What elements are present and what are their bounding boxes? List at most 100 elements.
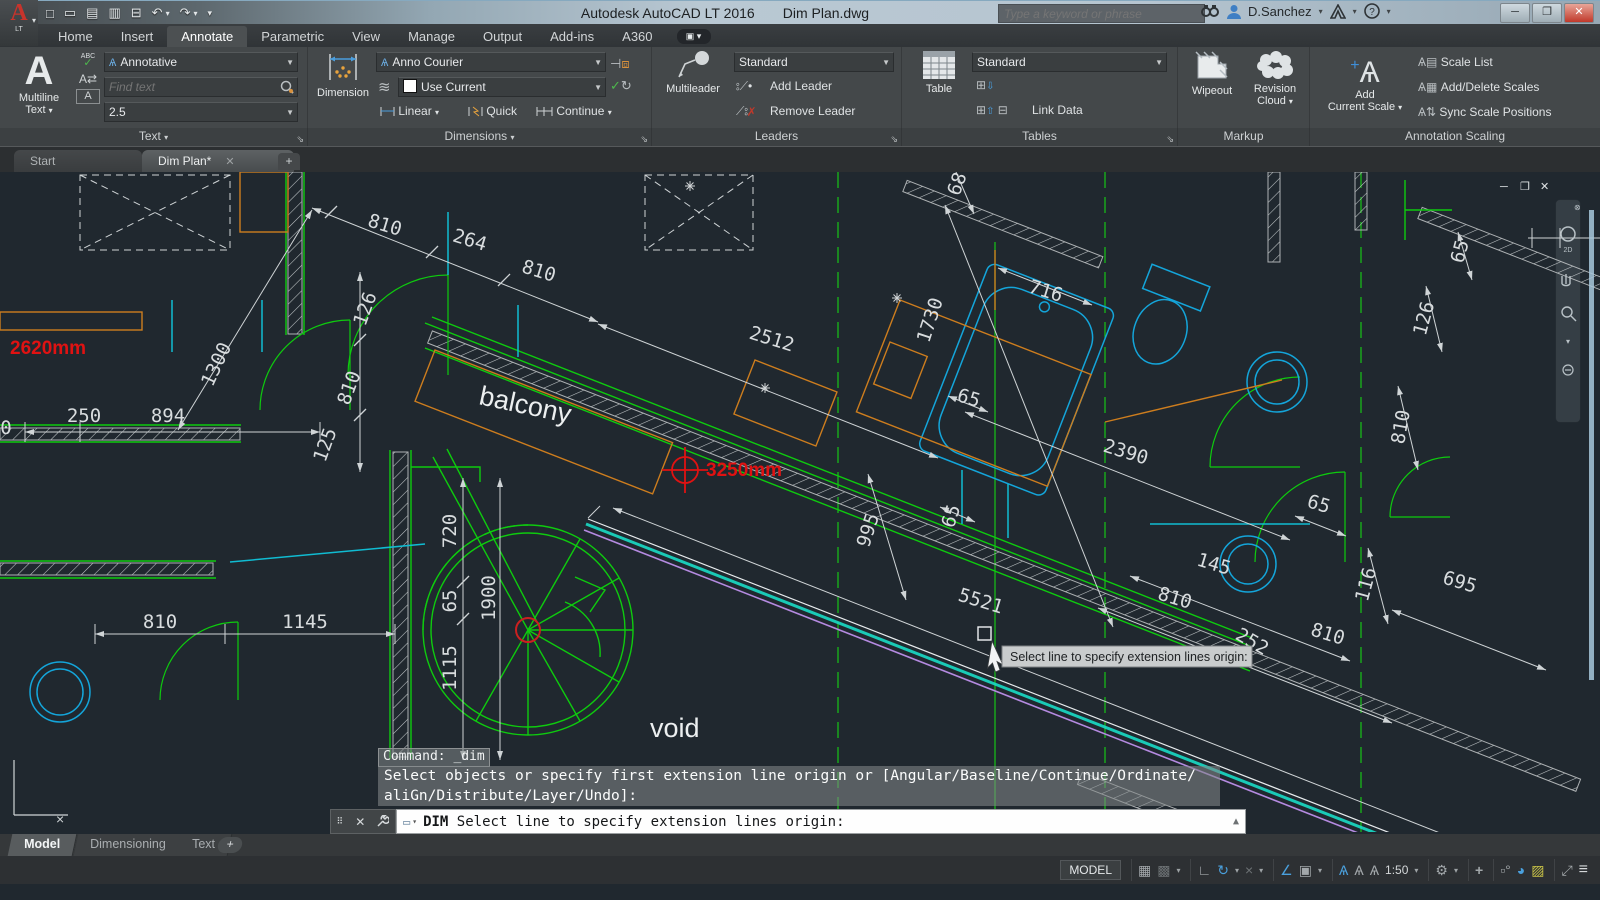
app-logo[interactable]: ALT▾ — [0, 0, 38, 46]
dim-break-icon[interactable]: ⊣ — [610, 56, 621, 71]
command-grip-dots-icon[interactable]: ⠿ — [337, 816, 345, 827]
table-button[interactable]: Table — [914, 50, 964, 95]
tab-addins[interactable]: Add-ins — [536, 26, 608, 47]
file-tab-dimplan[interactable]: Dim Plan*✕ — [142, 150, 294, 173]
scale-list-button[interactable]: Ѧ▤ Scale List — [1418, 55, 1493, 69]
polar-dropdown-icon[interactable]: ▾ — [1235, 866, 1239, 875]
command-input[interactable]: ▭▾ DIM Select line to specify extension … — [396, 809, 1246, 834]
dim-space-icon[interactable]: ⧈ — [621, 56, 629, 71]
mleader-style-select[interactable]: Standard▼ — [734, 52, 894, 72]
grid-display-icon[interactable]: ▦ — [1138, 861, 1151, 879]
continue-dim-button[interactable]: Continue ▾ — [536, 104, 612, 118]
tab-manage[interactable]: Manage — [394, 26, 469, 47]
scale-dropdown-icon[interactable]: ▾ — [1414, 866, 1418, 875]
command-recent-dropdown-icon[interactable]: ▾ — [412, 817, 417, 826]
workspace-gear-icon[interactable]: ⚙ — [1435, 861, 1448, 879]
command-wrench-icon[interactable] — [376, 815, 389, 828]
tab-home[interactable]: Home — [44, 26, 107, 47]
tab-annotate[interactable]: Annotate — [167, 26, 247, 47]
dim-override-icon[interactable]: ↻ — [621, 78, 632, 93]
tab-a360[interactable]: A360 — [608, 26, 666, 47]
panel-label-dimensions[interactable]: Dimensions ▾⇘ — [308, 128, 652, 146]
annotation-scale-value[interactable]: 1:50 — [1385, 863, 1408, 877]
units-icon[interactable]: ▫° — [1500, 861, 1511, 879]
add-leader-button[interactable]: Add Leader — [770, 79, 832, 93]
viewport-window-controls[interactable]: ─ ❐ ✕ — [1499, 181, 1549, 193]
model-space-button[interactable]: MODEL — [1060, 860, 1121, 880]
link-data-button[interactable]: Link Data — [1032, 103, 1083, 117]
command-close-icon[interactable]: ✕ — [355, 815, 365, 829]
exchange-dropdown-icon[interactable]: ▾ — [1353, 7, 1357, 16]
mleader-group2-icons[interactable]: ⟋⦂✗ — [736, 104, 755, 119]
furniture-orange[interactable] — [0, 172, 1282, 494]
new-drawing-tab-button[interactable]: + — [278, 153, 300, 170]
minimize-button[interactable]: ─ — [1500, 3, 1530, 23]
search-binoculars-icon[interactable] — [1200, 4, 1220, 18]
dim-update-icon[interactable]: ✓ — [610, 78, 621, 93]
canvas-scrollbar[interactable] — [1589, 210, 1594, 680]
revision-cloud-button[interactable]: RevisionCloud ▾ — [1246, 50, 1304, 108]
wipeout-button[interactable]: Wipeout — [1184, 50, 1240, 97]
add-delete-scales-button[interactable]: Ѧ▦ Add/Delete Scales — [1418, 80, 1539, 94]
panel-label-leaders[interactable]: Leaders⇘ — [652, 128, 902, 146]
toilet[interactable] — [1118, 264, 1210, 373]
panel-label-markup[interactable]: Markup — [1178, 128, 1310, 146]
remove-leader-button[interactable]: Remove Leader — [770, 104, 855, 118]
find-search-icon[interactable] — [279, 79, 295, 95]
autoscale-icon[interactable]: Ѧ — [1354, 861, 1363, 879]
tab-output[interactable]: Output — [469, 26, 536, 47]
help-icon[interactable]: ? — [1364, 3, 1380, 19]
extract-data-icon[interactable]: ⊞⇩ — [976, 78, 994, 92]
quick-dim-button[interactable]: Quick — [468, 104, 517, 118]
sync-scale-positions-button[interactable]: Ѧ⇅ Sync Scale Positions — [1418, 105, 1551, 119]
mleader-group-icons[interactable]: ⦂⟋• — [736, 79, 752, 94]
linear-dim-button[interactable]: Linear ▾ — [380, 104, 439, 118]
text-style-select[interactable]: ѦAnnotative▼ — [104, 52, 298, 72]
bathtub[interactable] — [917, 262, 1115, 497]
text-height-select[interactable]: 2.5▼ — [104, 102, 298, 122]
object-snap-icon[interactable]: ∠ — [1280, 861, 1293, 879]
restore-button[interactable]: ❐ — [1532, 3, 1562, 23]
layout-tab-dimensioning[interactable]: Dimensioning — [74, 834, 183, 856]
table-link-icons[interactable]: ⊞⇧ ⊟ — [976, 103, 1008, 117]
layout-tab-model[interactable]: Model — [8, 834, 78, 856]
workspace-dropdown-icon[interactable]: ▾ — [1454, 866, 1458, 875]
command-bar-grip[interactable]: ⠿ ✕ — [330, 809, 396, 834]
text-style-icon[interactable]: A — [76, 89, 100, 104]
command-recent-icon[interactable]: ▭ — [403, 815, 410, 829]
signed-in-user[interactable]: D.Sanchez — [1248, 4, 1312, 19]
iso-dropdown-icon[interactable]: ▾ — [1259, 866, 1263, 875]
multileader-button[interactable]: Multileader — [660, 50, 726, 95]
isometric-drafting-icon[interactable]: × — [1245, 861, 1253, 879]
osnap-dropdown-icon[interactable]: ▾ — [1318, 866, 1322, 875]
spell-check-icon[interactable]: ABC✓ — [76, 53, 100, 68]
user-dropdown-icon[interactable]: ▾ — [1319, 7, 1323, 16]
command-expand-icon[interactable]: ▲ — [1233, 816, 1239, 827]
multiline-text-button[interactable]: A MultilineText ▾ — [8, 50, 70, 117]
find-text-input[interactable] — [105, 78, 281, 96]
dim-style-select[interactable]: ѦAnno Courier▼ — [376, 52, 606, 72]
panel-label-tables[interactable]: Tables⇘ — [902, 128, 1178, 146]
add-current-scale-button[interactable]: +Ѧ AddCurrent Scale ▾ — [1320, 50, 1410, 114]
table-style-select[interactable]: Standard▼ — [972, 52, 1167, 72]
help-dropdown-icon[interactable]: ▾ — [1387, 7, 1391, 16]
polar-tracking-icon[interactable]: ↻ — [1217, 861, 1229, 879]
text-align-icon[interactable]: A⇄ — [76, 72, 100, 86]
snap-dropdown-icon[interactable]: ▾ — [1176, 866, 1180, 875]
dynamic-input-icon[interactable]: ▣ — [1299, 861, 1312, 879]
graphics-performance-icon[interactable]: ▨ — [1531, 861, 1544, 879]
autodesk-exchange-icon[interactable] — [1330, 4, 1346, 19]
sink-round-right[interactable] — [1247, 352, 1307, 412]
dim-layer-select[interactable]: Use Current▼ — [398, 77, 606, 97]
ortho-mode-icon[interactable]: ∟ — [1197, 861, 1211, 879]
annotation-monitor-plus-icon[interactable]: + — [1475, 861, 1483, 879]
tab-parametric[interactable]: Parametric — [247, 26, 338, 47]
tab-view[interactable]: View — [338, 26, 394, 47]
help-search-input[interactable] — [998, 4, 1205, 23]
annotation-visibility-icon[interactable]: Ѧ — [1339, 861, 1348, 879]
panel-label-text[interactable]: Text ▾⇘ — [0, 128, 308, 146]
snap-mode-icon[interactable]: ▩ — [1157, 861, 1170, 879]
sink-round-left[interactable] — [30, 662, 90, 722]
panel-label-annotation-scaling[interactable]: Annotation Scaling — [1310, 128, 1600, 146]
file-tab-close-icon[interactable]: ✕ — [225, 156, 234, 168]
